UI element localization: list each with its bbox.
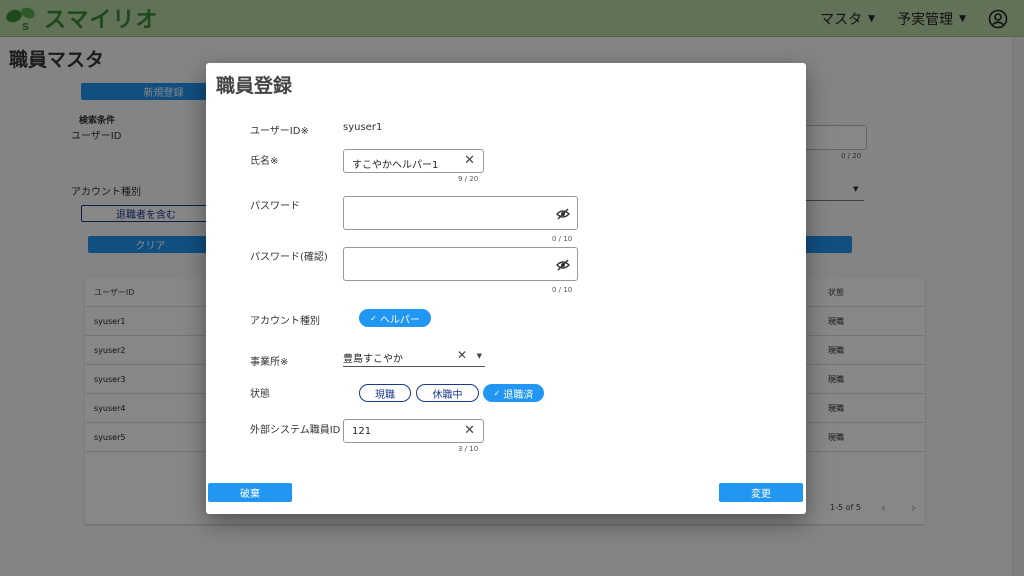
external-id-label: 外部システム職員ID [250, 425, 341, 436]
status-chip-retired[interactable]: ✓ 退職済 [483, 384, 544, 402]
account-type-label: アカウント種別 [250, 316, 320, 327]
password-confirm-label: パスワード(確認) [250, 252, 328, 263]
clear-icon[interactable]: ✕ [457, 348, 467, 362]
dialog-title: 職員登録 [216, 75, 293, 97]
name-counter: 9 / 20 [458, 175, 479, 183]
password-counter: 0 / 10 [552, 235, 573, 243]
office-select[interactable]: 豊島すこやか ✕ ▼ [343, 345, 485, 367]
caret-down-icon[interactable]: ▼ [477, 352, 482, 360]
name-field[interactable]: すこやかヘルパー1 ✕ [343, 149, 484, 173]
user-id-label: ユーザーID※ [250, 126, 309, 137]
name-label: 氏名※ [250, 156, 279, 167]
password-confirm-field[interactable] [343, 247, 578, 281]
chip-label: 退職済 [503, 389, 534, 401]
name-value: すこやかヘルパー1 [352, 160, 439, 171]
change-button[interactable]: 変更 [719, 483, 803, 502]
staff-register-dialog: 職員登録 ユーザーID※ syuser1 氏名※ すこやかヘルパー1 ✕ 9 /… [206, 63, 806, 514]
discard-button[interactable]: 破棄 [208, 483, 292, 502]
status-label: 状態 [250, 389, 270, 400]
clear-icon[interactable]: ✕ [464, 154, 475, 167]
user-id-value: syuser1 [343, 122, 383, 133]
office-label: 事業所※ [250, 357, 289, 368]
clear-icon[interactable]: ✕ [464, 424, 475, 437]
external-id-counter: 3 / 10 [458, 445, 479, 453]
password-confirm-counter: 0 / 10 [552, 286, 573, 294]
account-type-chip-helper[interactable]: ✓ ヘルパー [359, 309, 431, 327]
eye-off-icon[interactable] [556, 207, 570, 221]
password-field[interactable] [343, 196, 578, 230]
password-label: パスワード [250, 201, 300, 212]
check-icon: ✓ [370, 313, 377, 323]
chip-label: ヘルパー [379, 314, 420, 326]
status-chip-active[interactable]: 現職 [359, 384, 411, 402]
external-id-field[interactable]: 121 ✕ [343, 419, 484, 443]
eye-off-icon[interactable] [556, 258, 570, 272]
office-value: 豊島すこやか [343, 354, 403, 365]
check-icon: ✓ [493, 388, 501, 398]
external-id-value: 121 [352, 426, 372, 437]
status-chip-on-leave[interactable]: 休職中 [416, 384, 479, 402]
